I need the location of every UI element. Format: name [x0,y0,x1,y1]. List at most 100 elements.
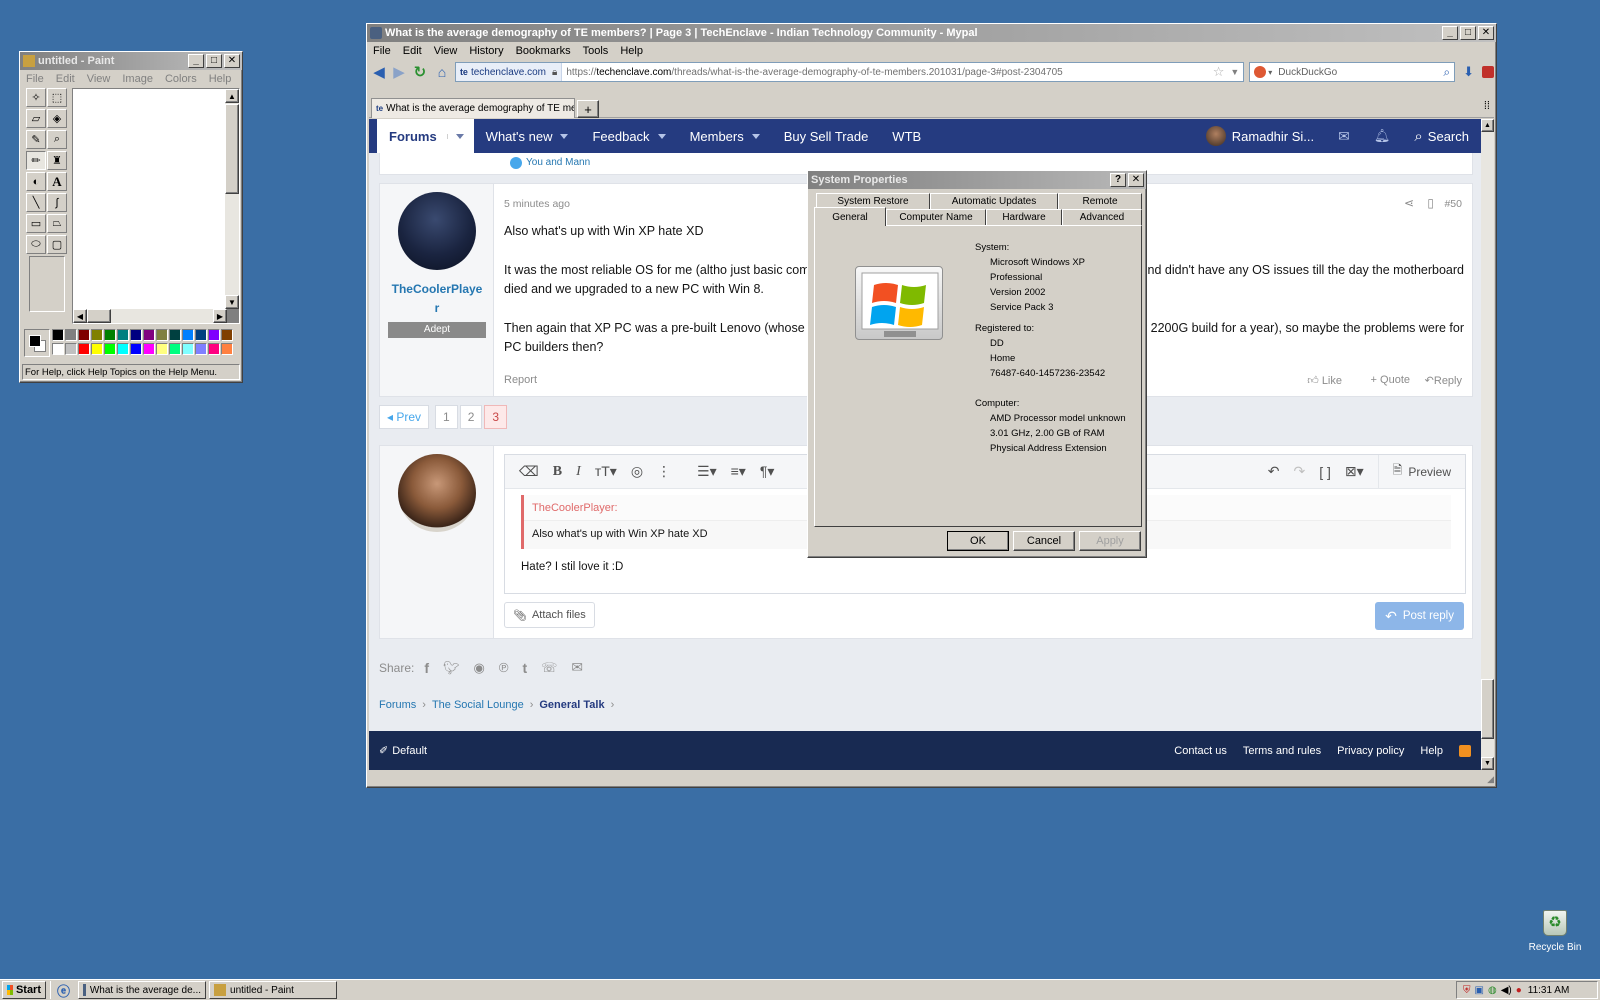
volume-tray-icon[interactable]: ◀) [1501,985,1512,996]
reload-icon[interactable]: ↻ [409,63,431,81]
breadcrumb-forums[interactable]: Forums [379,699,416,711]
close-icon[interactable]: ✕ [1478,26,1494,40]
menu-help[interactable]: Help [614,45,649,57]
tool-options-box[interactable] [29,256,65,312]
palette-swatch[interactable] [91,343,103,355]
footer-privacy[interactable]: Privacy policy [1337,745,1404,757]
browser-tab[interactable]: te What is the average demography of TE … [371,98,575,118]
taskbar-item-paint[interactable]: untitled - Paint [209,981,338,999]
footer-contact-us[interactable]: Contact us [1174,745,1227,757]
tab-advanced[interactable]: Advanced [1062,209,1142,226]
magnifier-icon[interactable]: ⌕ [47,130,67,149]
tab-general[interactable]: General [814,207,886,226]
security-tray-icon[interactable]: ⛨ [1463,985,1471,996]
footer-terms[interactable]: Terms and rules [1243,745,1321,757]
start-button[interactable]: Start [2,981,46,999]
curve-icon[interactable]: ∫ [47,193,67,212]
palette-swatch[interactable] [52,329,64,341]
palette-swatch[interactable] [156,329,168,341]
help-icon[interactable]: ? [1110,173,1126,187]
palette-swatch[interactable] [65,329,77,341]
chevron-down-icon[interactable] [446,133,464,139]
dialog-titlebar[interactable]: System Properties ? ✕ [808,171,1146,189]
resize-grip-icon[interactable]: ◢ [1487,774,1494,785]
user-menu[interactable]: Ramadhir Si... [1194,119,1326,153]
palette-swatch[interactable] [221,329,233,341]
post-reply-button[interactable]: ↶ Post reply [1375,602,1464,630]
post-author-name[interactable]: TheCoolerPlaye r [380,280,494,318]
nav-feedback[interactable]: Feedback [580,119,677,153]
reply-user-avatar[interactable] [398,454,476,532]
post-time[interactable]: 5 minutes ago [504,198,570,210]
breadcrumb-general-talk[interactable]: General Talk [539,699,604,711]
paint-menu-edit[interactable]: Edit [50,73,81,85]
line-icon[interactable]: ╲ [26,193,46,212]
tab-computer-name[interactable]: Computer Name [886,209,986,226]
new-tab-button[interactable]: + [577,100,599,118]
polygon-icon[interactable]: ⏢ [47,214,67,233]
palette-swatch[interactable] [65,343,77,355]
prev-page-button[interactable]: ◂ Prev [379,405,430,429]
update-tray-icon[interactable]: ◍ [1488,985,1497,996]
undo-icon[interactable]: ↶ [1268,463,1280,480]
nav-members[interactable]: Members [678,119,772,153]
close-icon[interactable]: ✕ [224,54,240,68]
bold-icon[interactable]: B [553,464,562,480]
paint-menu-file[interactable]: File [20,73,50,85]
free-select-icon[interactable]: ✧ [26,88,46,107]
horizontal-scrollbar[interactable]: ◀ ▶ [73,309,227,323]
palette-swatch[interactable] [182,329,194,341]
palette-swatch[interactable] [130,329,142,341]
url-bar[interactable]: te techenclave.com 🔒︎ https://techenclav… [454,62,1245,82]
palette-swatch[interactable] [169,329,181,341]
palette-swatch[interactable] [221,343,233,355]
ellipse-icon[interactable]: ⬭ [26,235,46,254]
list-icon[interactable]: ☰▾ [697,463,717,480]
recycle-bin-desktop-icon[interactable]: ♻ Recycle Bin [1522,910,1588,953]
search-icon[interactable]: ⌕ [1443,65,1450,80]
menu-bookmarks[interactable]: Bookmarks [510,45,577,57]
more-options-icon[interactable]: ⋮ [657,463,671,480]
breadcrumb-social-lounge[interactable]: The Social Lounge [432,699,524,711]
color-picker-icon[interactable]: ✎ [26,130,46,149]
paint-menu-image[interactable]: Image [116,73,159,85]
palette-swatch[interactable] [117,343,129,355]
nav-wtb[interactable]: WTB [880,119,933,153]
addon-icon[interactable] [1482,66,1494,78]
nav-forums[interactable]: Forums [377,119,474,153]
font-size-icon[interactable]: тT▾ [595,463,617,480]
menu-history[interactable]: History [463,45,509,57]
palette-swatch[interactable] [143,329,155,341]
italic-icon[interactable]: I [576,464,581,480]
airbrush-icon[interactable]: ◐ [26,172,46,191]
menu-tools[interactable]: Tools [577,45,615,57]
reddit-icon[interactable]: ◉ [474,660,485,676]
bookmark-star-icon[interactable]: ☆ [1213,64,1225,80]
palette-swatch[interactable] [195,343,207,355]
palette-swatch[interactable] [104,343,116,355]
eraser-icon[interactable]: ⌫ [519,463,539,480]
rss-icon[interactable] [1459,744,1471,757]
preview-button[interactable]: 🗎︎ Preview [1377,454,1465,489]
paint-canvas[interactable] [73,89,227,309]
editor-body-text[interactable]: Hate? I stil love it :D [521,561,623,573]
palette-swatch[interactable] [78,343,90,355]
url-dropdown-icon[interactable]: ▼ [1230,67,1239,77]
palette-swatch[interactable] [104,329,116,341]
palette-swatch[interactable] [208,329,220,341]
network-tray-icon[interactable]: ▣ [1475,985,1484,996]
minimize-icon[interactable]: _ [1442,26,1458,40]
menu-file[interactable]: File [367,45,397,57]
vertical-scrollbar[interactable]: ▲ ▼ [225,89,239,309]
like-button[interactable]: 👍︎ Like [1307,374,1342,387]
quick-launch-ie-icon[interactable]: ⓔ [57,981,70,1000]
bookmark-icon[interactable]: ▯ [1427,196,1434,210]
rect-select-icon[interactable]: ⬚ [47,88,67,107]
tab-automatic-updates[interactable]: Automatic Updates [930,193,1058,210]
current-colors[interactable] [24,329,50,357]
list-all-tabs-icon[interactable]: ⁞⁞ [1484,100,1490,112]
menu-view[interactable]: View [428,45,464,57]
paint-canvas-area[interactable]: ▲ ▼ ◀ ▶ [72,88,240,324]
maximize-icon[interactable]: □ [1460,26,1476,40]
tab-hardware[interactable]: Hardware [986,209,1062,226]
